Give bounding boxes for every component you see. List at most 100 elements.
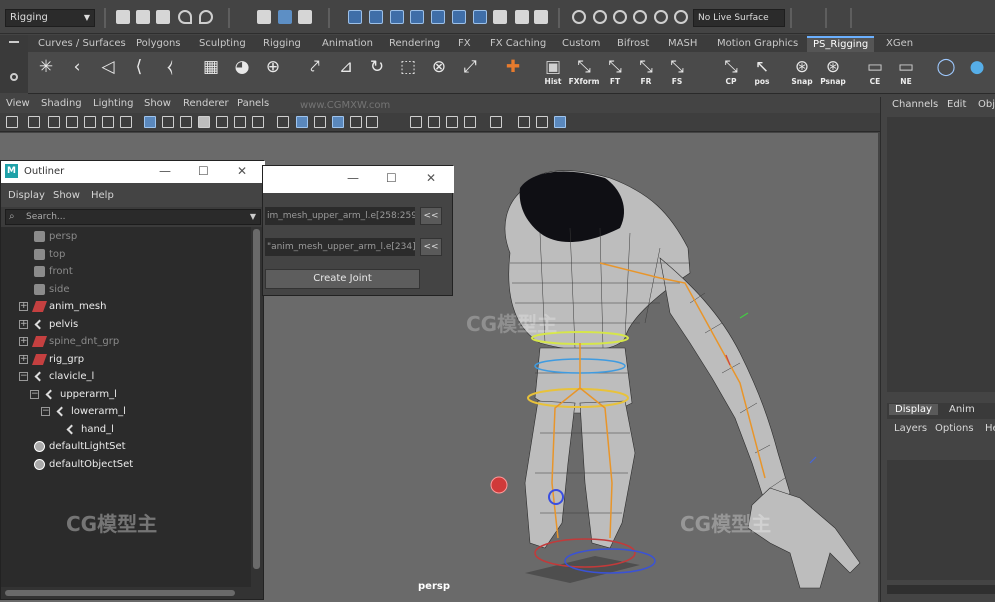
tab-fx[interactable]: FX: [452, 36, 477, 52]
menu-show[interactable]: Show: [144, 98, 171, 109]
tab-bifrost[interactable]: Bifrost: [611, 36, 655, 52]
shelf-menu-icon[interactable]: [9, 41, 19, 43]
symmetry-icon[interactable]: [633, 10, 647, 24]
magnet-icon[interactable]: [593, 10, 607, 24]
menu-renderer[interactable]: Renderer: [183, 98, 229, 109]
close-icon[interactable]: ✕: [237, 164, 247, 178]
aim-constraint-icon[interactable]: ⊗: [426, 56, 452, 88]
sphere-control-icon[interactable]: ●: [964, 56, 990, 88]
fr-button[interactable]: ⤡ FR: [633, 56, 659, 88]
tab-display[interactable]: Display: [889, 404, 938, 415]
light-icon[interactable]: [366, 116, 378, 128]
menu-shading[interactable]: Shading: [41, 98, 82, 109]
cluster-icon[interactable]: ⊕: [260, 56, 286, 88]
joint-tool-icon[interactable]: ✳: [33, 56, 59, 88]
textured-icon[interactable]: [198, 116, 210, 128]
tab-motion-graphics[interactable]: Motion Graphics: [711, 36, 804, 52]
pole-vector-icon[interactable]: ⤢: [457, 56, 483, 88]
safe-action-icon[interactable]: [464, 116, 476, 128]
soft-select-icon[interactable]: [613, 10, 627, 24]
select-object-icon[interactable]: [278, 10, 292, 24]
backface-icon[interactable]: [350, 116, 362, 128]
circle-control-icon[interactable]: ◯: [933, 56, 959, 88]
grid-toggle-icon[interactable]: [120, 116, 132, 128]
menu-lighting[interactable]: Lighting: [93, 98, 133, 109]
screen-space-ao-icon[interactable]: [252, 116, 264, 128]
gamma-icon[interactable]: [536, 116, 548, 128]
list-item[interactable]: defaultLightSet: [1, 438, 251, 455]
outliner-titlebar[interactable]: M Outliner — ☐ ✕: [1, 161, 265, 183]
select-component-icon[interactable]: [298, 10, 312, 24]
xray-joints-icon[interactable]: [332, 116, 344, 128]
menu-display[interactable]: Display: [8, 190, 45, 201]
menu-help[interactable]: Help: [91, 190, 114, 201]
snap-grid-icon[interactable]: [348, 10, 362, 24]
menu-channels[interactable]: Channels: [892, 99, 938, 110]
channel-list[interactable]: [887, 117, 995, 392]
list-item[interactable]: + pelvis: [1, 316, 251, 333]
ik-handle-icon[interactable]: ‹: [64, 56, 90, 88]
render-icon[interactable]: [493, 10, 507, 24]
tab-polygons[interactable]: Polygons: [130, 36, 187, 52]
hist-button[interactable]: ▣ Hist: [540, 56, 566, 88]
bookmark-icon[interactable]: [48, 116, 60, 128]
list-item[interactable]: − lowerarm_l: [1, 403, 251, 420]
exposure-icon[interactable]: [518, 116, 530, 128]
menu-help[interactable]: He: [985, 423, 995, 434]
snap-live-icon[interactable]: [452, 10, 466, 24]
collapse-icon[interactable]: −: [19, 372, 28, 381]
camera-select-icon[interactable]: [6, 116, 18, 128]
lasso-icon[interactable]: [572, 10, 586, 24]
snap-point-icon[interactable]: [390, 10, 404, 24]
pos-button[interactable]: ↖ pos: [749, 56, 775, 88]
list-item[interactable]: front: [1, 263, 251, 280]
expand-icon[interactable]: +: [19, 355, 28, 364]
mirror-joint-icon[interactable]: ⧼: [157, 56, 183, 88]
load-selection-button-2[interactable]: <<: [420, 238, 442, 256]
outliner-search-input[interactable]: ⌕ Search... ▼: [5, 209, 261, 225]
fxform-button[interactable]: ⤡ FXform: [569, 56, 600, 88]
close-icon[interactable]: ✕: [426, 171, 436, 185]
save-scene-icon[interactable]: [156, 10, 170, 24]
ft-button[interactable]: ⤡ FT: [602, 56, 628, 88]
cp-button[interactable]: ⤡ CP: [718, 56, 744, 88]
snap-button[interactable]: ⊛ Snap: [789, 56, 815, 88]
fs-button[interactable]: ⤡ FS: [664, 56, 690, 88]
image-plane-icon[interactable]: [66, 116, 78, 128]
ik-spline-icon[interactable]: ◁: [95, 56, 121, 88]
list-item[interactable]: + rig_grp: [1, 351, 251, 368]
parent-constraint-icon[interactable]: ⤤: [302, 56, 328, 88]
expand-icon[interactable]: +: [19, 320, 28, 329]
shadows-icon[interactable]: [234, 116, 246, 128]
tab-curves-surfaces[interactable]: Curves / Surfaces: [32, 36, 132, 52]
redo-icon[interactable]: [199, 10, 213, 24]
open-scene-icon[interactable]: [136, 10, 150, 24]
menu-panels[interactable]: Panels: [237, 98, 269, 109]
menu-layers[interactable]: Layers: [894, 423, 927, 434]
expand-icon[interactable]: +: [19, 337, 28, 346]
2d-pan-icon[interactable]: [84, 116, 96, 128]
edge-selection-field-1[interactable]: im_mesh_upper_arm_l.e[258:259]: [265, 207, 415, 225]
tab-sculpting[interactable]: Sculpting: [193, 36, 252, 52]
smooth-shade-icon[interactable]: [162, 116, 174, 128]
list-item[interactable]: + spine_dnt_grp: [1, 333, 251, 350]
joint-window-titlebar[interactable]: — ☐ ✕: [263, 166, 454, 193]
psnap-button[interactable]: ⊛ Psnap: [820, 56, 846, 88]
tab-rendering[interactable]: Rendering: [383, 36, 446, 52]
mode-selector[interactable]: Rigging ▼: [5, 9, 95, 27]
create-joint-button[interactable]: Create Joint: [265, 269, 420, 289]
list-item[interactable]: top: [1, 246, 251, 263]
menu-show[interactable]: Show: [53, 190, 80, 201]
minimize-icon[interactable]: —: [159, 164, 171, 178]
load-selection-button-1[interactable]: <<: [420, 207, 442, 225]
minimize-icon[interactable]: —: [347, 171, 359, 185]
menu-view[interactable]: View: [6, 98, 30, 109]
tab-xgen[interactable]: XGen: [880, 36, 919, 52]
list-item[interactable]: − upperarm_l: [1, 386, 251, 403]
collapse-icon[interactable]: −: [41, 407, 50, 416]
isolate-select-icon[interactable]: [277, 116, 289, 128]
locator-red[interactable]: [490, 476, 508, 494]
new-scene-icon[interactable]: [116, 10, 130, 24]
scroll-thumb[interactable]: [5, 590, 235, 596]
grease-pencil-icon[interactable]: [102, 116, 114, 128]
